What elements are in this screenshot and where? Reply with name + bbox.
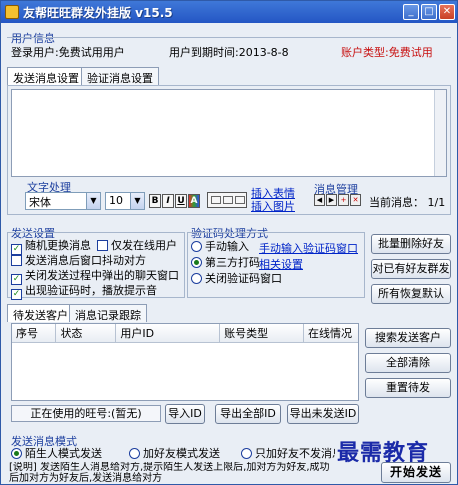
font-select[interactable]: 宋体 ▼: [25, 192, 101, 210]
option-shake-window[interactable]: 发送消息后窗口抖动对方: [11, 254, 146, 268]
add-message-icon[interactable]: +: [338, 194, 349, 206]
close-icon[interactable]: ✕: [439, 4, 455, 20]
next-message-icon[interactable]: ▶: [326, 194, 337, 206]
checkbox-empty-icon: [11, 255, 22, 266]
radio-empty-icon: [191, 273, 202, 284]
table-header-row: 序号 状态 用户ID 账号类型 在线情况: [12, 324, 358, 343]
format-toolbar: B I U A: [149, 194, 209, 208]
minimize-icon[interactable]: _: [403, 4, 419, 20]
font-size-value: 10: [109, 194, 123, 207]
option-random-message[interactable]: ✓ 随机更换消息: [11, 239, 91, 255]
reset-pending-button[interactable]: 重置待发: [365, 378, 451, 398]
tab-message-log[interactable]: 消息记录跟踪: [69, 304, 147, 322]
message-editor[interactable]: [11, 89, 447, 177]
batch-delete-friends-button[interactable]: 批量删除好友: [371, 234, 451, 254]
send-mode-note: [说明] 发送陌生人消息给对方,提示陌生人发送上限后,加对方为好友,成功后加对方…: [9, 462, 330, 484]
align-icon[interactable]: [207, 192, 247, 208]
manual-captcha-link[interactable]: 手动输入验证码窗口: [259, 240, 358, 256]
search-customers-button[interactable]: 搜索发送客户: [365, 328, 451, 348]
radio-empty-icon: [241, 448, 252, 459]
current-wangwang-status: 正在使用的旺号:(暂无): [11, 405, 161, 422]
app-window: 友帮旺旺群发外挂版 v15.5 _ □ ✕ 用户信息 登录用户:免费试用用户 用…: [0, 0, 458, 485]
option-online-only[interactable]: 仅发在线用户: [97, 239, 177, 253]
delete-message-icon[interactable]: ✕: [350, 194, 361, 206]
option-captcha-sound[interactable]: ✓ 出现验证码时，播放提示音: [11, 284, 157, 300]
radio-manual-input[interactable]: 手动输入: [191, 240, 249, 254]
account-type-text: 账户类型:免费试用: [341, 46, 433, 59]
restore-default-button[interactable]: 所有恢复默认: [371, 284, 451, 304]
checkbox-empty-icon: [97, 240, 108, 251]
import-id-button[interactable]: 导入ID: [165, 404, 205, 424]
radio-add-only-mode[interactable]: 只加好友不发消息: [241, 447, 335, 461]
column-header-status[interactable]: 状态: [55, 324, 117, 343]
send-to-friends-button[interactable]: 对已有好友群发: [371, 259, 451, 279]
export-unsent-id-button[interactable]: 导出未发送ID: [287, 404, 359, 424]
export-all-id-button[interactable]: 导出全部ID: [215, 404, 281, 424]
current-message-text: 当前消息： 1/1: [369, 196, 446, 209]
start-send-button[interactable]: 开始发送: [381, 462, 451, 483]
color-button[interactable]: A: [188, 194, 200, 208]
radio-selected-icon: [11, 448, 22, 459]
prev-message-icon[interactable]: ◀: [314, 194, 325, 206]
italic-button[interactable]: I: [162, 194, 174, 208]
font-size-select[interactable]: 10 ▼: [105, 192, 145, 210]
option-close-chat[interactable]: ✓ 关闭发送过程中弹出的聊天窗口: [11, 269, 179, 285]
insert-image-link[interactable]: 插入图片: [251, 198, 295, 214]
clear-all-button[interactable]: 全部清除: [365, 353, 451, 373]
checkbox-checked-icon: ✓: [11, 289, 22, 300]
column-header-index[interactable]: 序号: [12, 324, 57, 343]
customer-table: 序号 状态 用户ID 账号类型 在线情况: [11, 323, 359, 401]
title-bar: 友帮旺旺群发外挂版 v15.5 _ □ ✕: [1, 1, 457, 23]
radio-selected-icon: [191, 257, 202, 268]
chevron-down-icon: ▼: [86, 193, 100, 209]
radio-close-window[interactable]: 关闭验证码窗口: [191, 272, 282, 286]
message-nav: ◀ ▶ + ✕: [314, 194, 366, 208]
radio-stranger-mode[interactable]: 陌生人模式发送: [11, 447, 102, 461]
column-header-online[interactable]: 在线情况: [303, 324, 358, 343]
radio-add-friend-mode[interactable]: 加好友模式发送: [129, 447, 220, 461]
editor-scrollbar[interactable]: [434, 90, 446, 176]
tab-send-settings[interactable]: 发送消息设置: [7, 67, 85, 85]
window-title: 友帮旺旺群发外挂版 v15.5: [23, 6, 173, 20]
expiry-text: 用户到期时间:2013-8-8: [169, 46, 289, 59]
column-header-account-type[interactable]: 账号类型: [219, 324, 305, 343]
font-select-value: 宋体: [29, 196, 51, 209]
radio-empty-icon: [129, 448, 140, 459]
bold-button[interactable]: B: [149, 194, 161, 208]
third-party-settings-link[interactable]: 相关设置: [259, 256, 303, 272]
app-icon: [5, 5, 19, 19]
chevron-down-icon: ▼: [130, 193, 144, 209]
tab-verify-settings[interactable]: 验证消息设置: [81, 67, 159, 85]
underline-button[interactable]: U: [175, 194, 187, 208]
column-header-user-id[interactable]: 用户ID: [115, 324, 221, 343]
tab-pending-customers[interactable]: 待发送客户: [7, 304, 74, 322]
radio-third-party[interactable]: 第三方打码: [191, 256, 260, 270]
maximize-icon[interactable]: □: [421, 4, 437, 20]
login-user-text: 登录用户:免费试用用户: [11, 46, 125, 59]
radio-empty-icon: [191, 241, 202, 252]
